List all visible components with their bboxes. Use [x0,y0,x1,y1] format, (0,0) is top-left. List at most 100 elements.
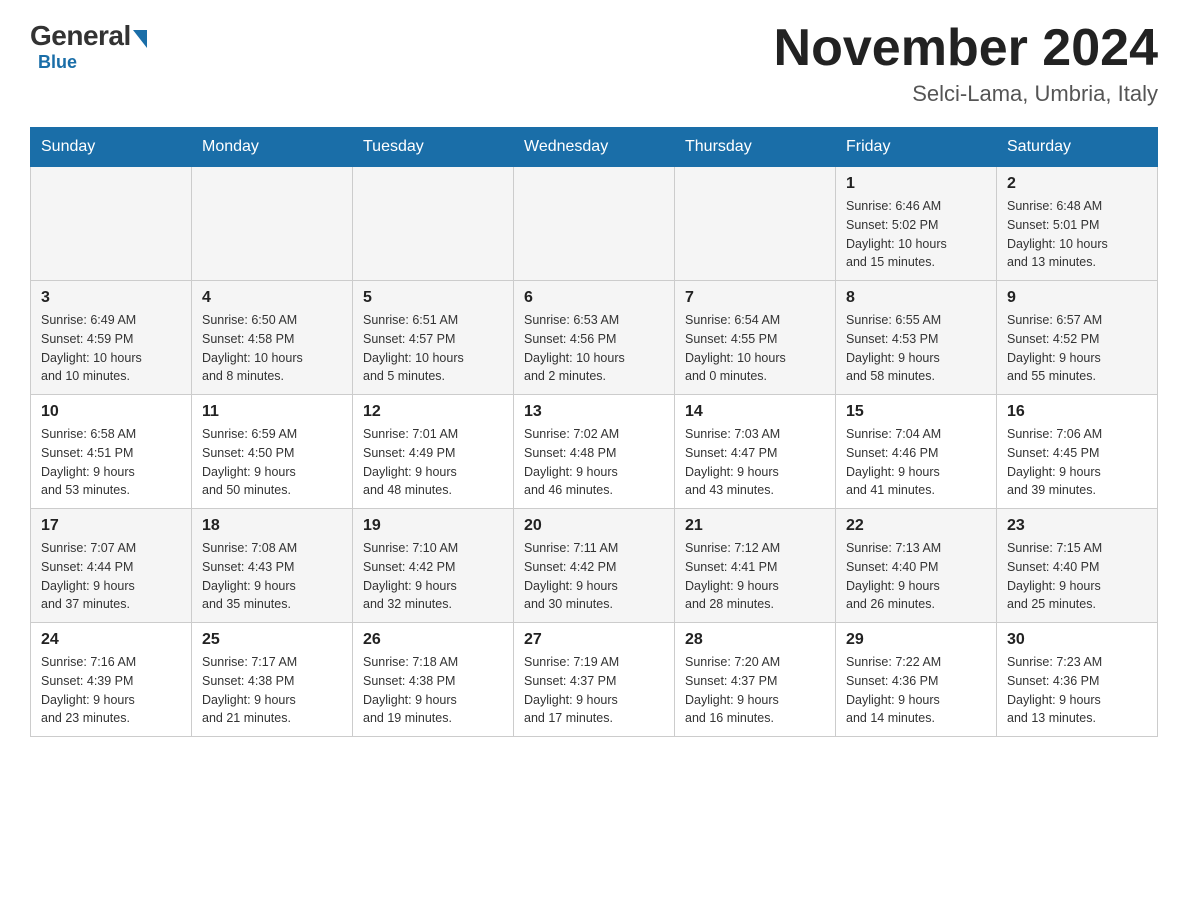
logo-arrow-icon [133,30,147,48]
calendar-cell: 3 Sunrise: 6:49 AM Sunset: 4:59 PM Daylig… [31,281,192,395]
weekday-header-sunday: Sunday [31,128,192,167]
day-info: Sunrise: 7:11 AM Sunset: 4:42 PM Dayligh… [524,539,664,614]
day-info: Sunrise: 6:49 AM Sunset: 4:59 PM Dayligh… [41,311,181,386]
calendar-cell: 24 Sunrise: 7:16 AM Sunset: 4:39 PM Dayli… [31,623,192,737]
calendar-cell: 7Sunrise: 6:54 AM Sunset: 4:55 PM Daylig… [675,281,836,395]
calendar-cell: 26Sunrise: 7:18 AM Sunset: 4:38 PM Dayli… [353,623,514,737]
calendar-cell: 14Sunrise: 7:03 AM Sunset: 4:47 PM Dayli… [675,395,836,509]
day-info: Sunrise: 7:06 AM Sunset: 4:45 PM Dayligh… [1007,425,1147,500]
calendar-cell: 30 Sunrise: 7:23 AM Sunset: 4:36 PM Dayli… [997,623,1158,737]
day-number: 9 [1007,289,1147,307]
day-number: 15 [846,403,986,421]
day-info: Sunrise: 7:02 AM Sunset: 4:48 PM Dayligh… [524,425,664,500]
calendar-cell: 27 Sunrise: 7:19 AM Sunset: 4:37 PM Dayli… [514,623,675,737]
day-number: 2 [1007,175,1147,193]
calendar-cell: 4Sunrise: 6:50 AM Sunset: 4:58 PM Daylig… [192,281,353,395]
day-info: Sunrise: 7:12 AM Sunset: 4:41 PM Dayligh… [685,539,825,614]
day-info: Sunrise: 7:17 AM Sunset: 4:38 PM Dayligh… [202,653,342,728]
page-header: General Blue November 2024 Selci-Lama, U… [30,20,1158,107]
weekday-header-wednesday: Wednesday [514,128,675,167]
calendar-cell: 19 Sunrise: 7:10 AM Sunset: 4:42 PM Dayli… [353,509,514,623]
calendar-cell [353,167,514,281]
day-number: 5 [363,289,503,307]
day-info: Sunrise: 7:08 AM Sunset: 4:43 PM Dayligh… [202,539,342,614]
day-number: 11 [202,403,342,421]
week-row-2: 3 Sunrise: 6:49 AM Sunset: 4:59 PM Daylig… [31,281,1158,395]
weekday-header-thursday: Thursday [675,128,836,167]
calendar-cell: 21 Sunrise: 7:12 AM Sunset: 4:41 PM Dayli… [675,509,836,623]
calendar-cell: 5 Sunrise: 6:51 AM Sunset: 4:57 PM Daylig… [353,281,514,395]
day-info: Sunrise: 7:23 AM Sunset: 4:36 PM Dayligh… [1007,653,1147,728]
calendar-cell: 2Sunrise: 6:48 AM Sunset: 5:01 PM Daylig… [997,167,1158,281]
day-info: Sunrise: 7:22 AM Sunset: 4:36 PM Dayligh… [846,653,986,728]
day-number: 4 [202,289,342,307]
day-number: 28 [685,631,825,649]
day-number: 8 [846,289,986,307]
day-number: 6 [524,289,664,307]
day-info: Sunrise: 6:46 AM Sunset: 5:02 PM Dayligh… [846,197,986,272]
calendar-cell: 16 Sunrise: 7:06 AM Sunset: 4:45 PM Dayli… [997,395,1158,509]
day-number: 21 [685,517,825,535]
day-info: Sunrise: 6:53 AM Sunset: 4:56 PM Dayligh… [524,311,664,386]
day-info: Sunrise: 7:15 AM Sunset: 4:40 PM Dayligh… [1007,539,1147,614]
weekday-header-friday: Friday [836,128,997,167]
day-info: Sunrise: 6:55 AM Sunset: 4:53 PM Dayligh… [846,311,986,386]
calendar-cell: 8 Sunrise: 6:55 AM Sunset: 4:53 PM Daylig… [836,281,997,395]
day-info: Sunrise: 7:19 AM Sunset: 4:37 PM Dayligh… [524,653,664,728]
logo-general-text: General [30,20,131,52]
day-number: 13 [524,403,664,421]
calendar-cell: 12Sunrise: 7:01 AM Sunset: 4:49 PM Dayli… [353,395,514,509]
day-info: Sunrise: 6:57 AM Sunset: 4:52 PM Dayligh… [1007,311,1147,386]
day-number: 17 [41,517,181,535]
day-info: Sunrise: 6:59 AM Sunset: 4:50 PM Dayligh… [202,425,342,500]
day-number: 25 [202,631,342,649]
title-section: November 2024 Selci-Lama, Umbria, Italy [774,20,1158,107]
day-number: 18 [202,517,342,535]
day-number: 3 [41,289,181,307]
day-info: Sunrise: 7:10 AM Sunset: 4:42 PM Dayligh… [363,539,503,614]
calendar-cell: 10 Sunrise: 6:58 AM Sunset: 4:51 PM Dayli… [31,395,192,509]
calendar-cell: 1Sunrise: 6:46 AM Sunset: 5:02 PM Daylig… [836,167,997,281]
day-info: Sunrise: 7:18 AM Sunset: 4:38 PM Dayligh… [363,653,503,728]
day-number: 19 [363,517,503,535]
day-info: Sunrise: 7:20 AM Sunset: 4:37 PM Dayligh… [685,653,825,728]
calendar-cell [31,167,192,281]
calendar-cell: 29Sunrise: 7:22 AM Sunset: 4:36 PM Dayli… [836,623,997,737]
day-number: 7 [685,289,825,307]
calendar-cell: 22 Sunrise: 7:13 AM Sunset: 4:40 PM Dayli… [836,509,997,623]
day-number: 16 [1007,403,1147,421]
calendar-cell: 13 Sunrise: 7:02 AM Sunset: 4:48 PM Dayli… [514,395,675,509]
day-info: Sunrise: 7:01 AM Sunset: 4:49 PM Dayligh… [363,425,503,500]
calendar-cell [192,167,353,281]
calendar-table: SundayMondayTuesdayWednesdayThursdayFrid… [30,127,1158,737]
calendar-cell: 15 Sunrise: 7:04 AM Sunset: 4:46 PM Dayli… [836,395,997,509]
day-number: 27 [524,631,664,649]
day-info: Sunrise: 7:16 AM Sunset: 4:39 PM Dayligh… [41,653,181,728]
weekday-header-tuesday: Tuesday [353,128,514,167]
calendar-cell: 9 Sunrise: 6:57 AM Sunset: 4:52 PM Daylig… [997,281,1158,395]
calendar-cell: 6 Sunrise: 6:53 AM Sunset: 4:56 PM Daylig… [514,281,675,395]
calendar-cell: 20Sunrise: 7:11 AM Sunset: 4:42 PM Dayli… [514,509,675,623]
calendar-cell: 11 Sunrise: 6:59 AM Sunset: 4:50 PM Dayli… [192,395,353,509]
logo-blue-text: Blue [38,52,77,73]
location-title: Selci-Lama, Umbria, Italy [774,81,1158,107]
day-number: 30 [1007,631,1147,649]
month-title: November 2024 [774,20,1158,77]
weekday-header-monday: Monday [192,128,353,167]
day-info: Sunrise: 7:07 AM Sunset: 4:44 PM Dayligh… [41,539,181,614]
week-row-4: 17 Sunrise: 7:07 AM Sunset: 4:44 PM Dayli… [31,509,1158,623]
calendar-cell: 25 Sunrise: 7:17 AM Sunset: 4:38 PM Dayli… [192,623,353,737]
calendar-cell: 18 Sunrise: 7:08 AM Sunset: 4:43 PM Dayli… [192,509,353,623]
week-row-3: 10 Sunrise: 6:58 AM Sunset: 4:51 PM Dayli… [31,395,1158,509]
day-number: 22 [846,517,986,535]
calendar-cell [514,167,675,281]
day-info: Sunrise: 6:51 AM Sunset: 4:57 PM Dayligh… [363,311,503,386]
calendar-cell: 28 Sunrise: 7:20 AM Sunset: 4:37 PM Dayli… [675,623,836,737]
day-number: 10 [41,403,181,421]
calendar-cell: 17 Sunrise: 7:07 AM Sunset: 4:44 PM Dayli… [31,509,192,623]
day-info: Sunrise: 7:04 AM Sunset: 4:46 PM Dayligh… [846,425,986,500]
day-info: Sunrise: 6:58 AM Sunset: 4:51 PM Dayligh… [41,425,181,500]
calendar-cell: 23Sunrise: 7:15 AM Sunset: 4:40 PM Dayli… [997,509,1158,623]
day-info: Sunrise: 7:13 AM Sunset: 4:40 PM Dayligh… [846,539,986,614]
day-number: 24 [41,631,181,649]
